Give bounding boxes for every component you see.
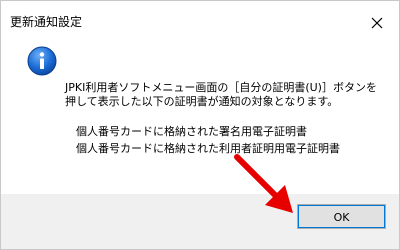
dialog-body — [1, 41, 399, 194]
ok-button[interactable]: OK — [297, 204, 386, 229]
dialog-title: 更新通知設定 — [10, 15, 83, 29]
dialog-window: 更新通知設定 JPKI利用者ソフトメニュー画面の［自分の証明書(U)］ボタンを … — [0, 0, 400, 250]
close-button[interactable] — [363, 7, 393, 37]
message-line-1: JPKI利用者ソフトメニュー画面の［自分の証明書(U)］ボタンを — [65, 81, 377, 94]
message-line-2: 押して表示した以下の証明書が通知の対象となります。 — [65, 95, 339, 108]
message-line-3: 個人番号カードに格納された署名用電子証明書 — [76, 125, 307, 138]
information-icon — [27, 46, 57, 76]
message-line-4: 個人番号カードに格納された利用者証明用電子証明書 — [76, 142, 340, 155]
close-icon — [371, 17, 383, 29]
title-bar: 更新通知設定 — [1, 1, 399, 41]
